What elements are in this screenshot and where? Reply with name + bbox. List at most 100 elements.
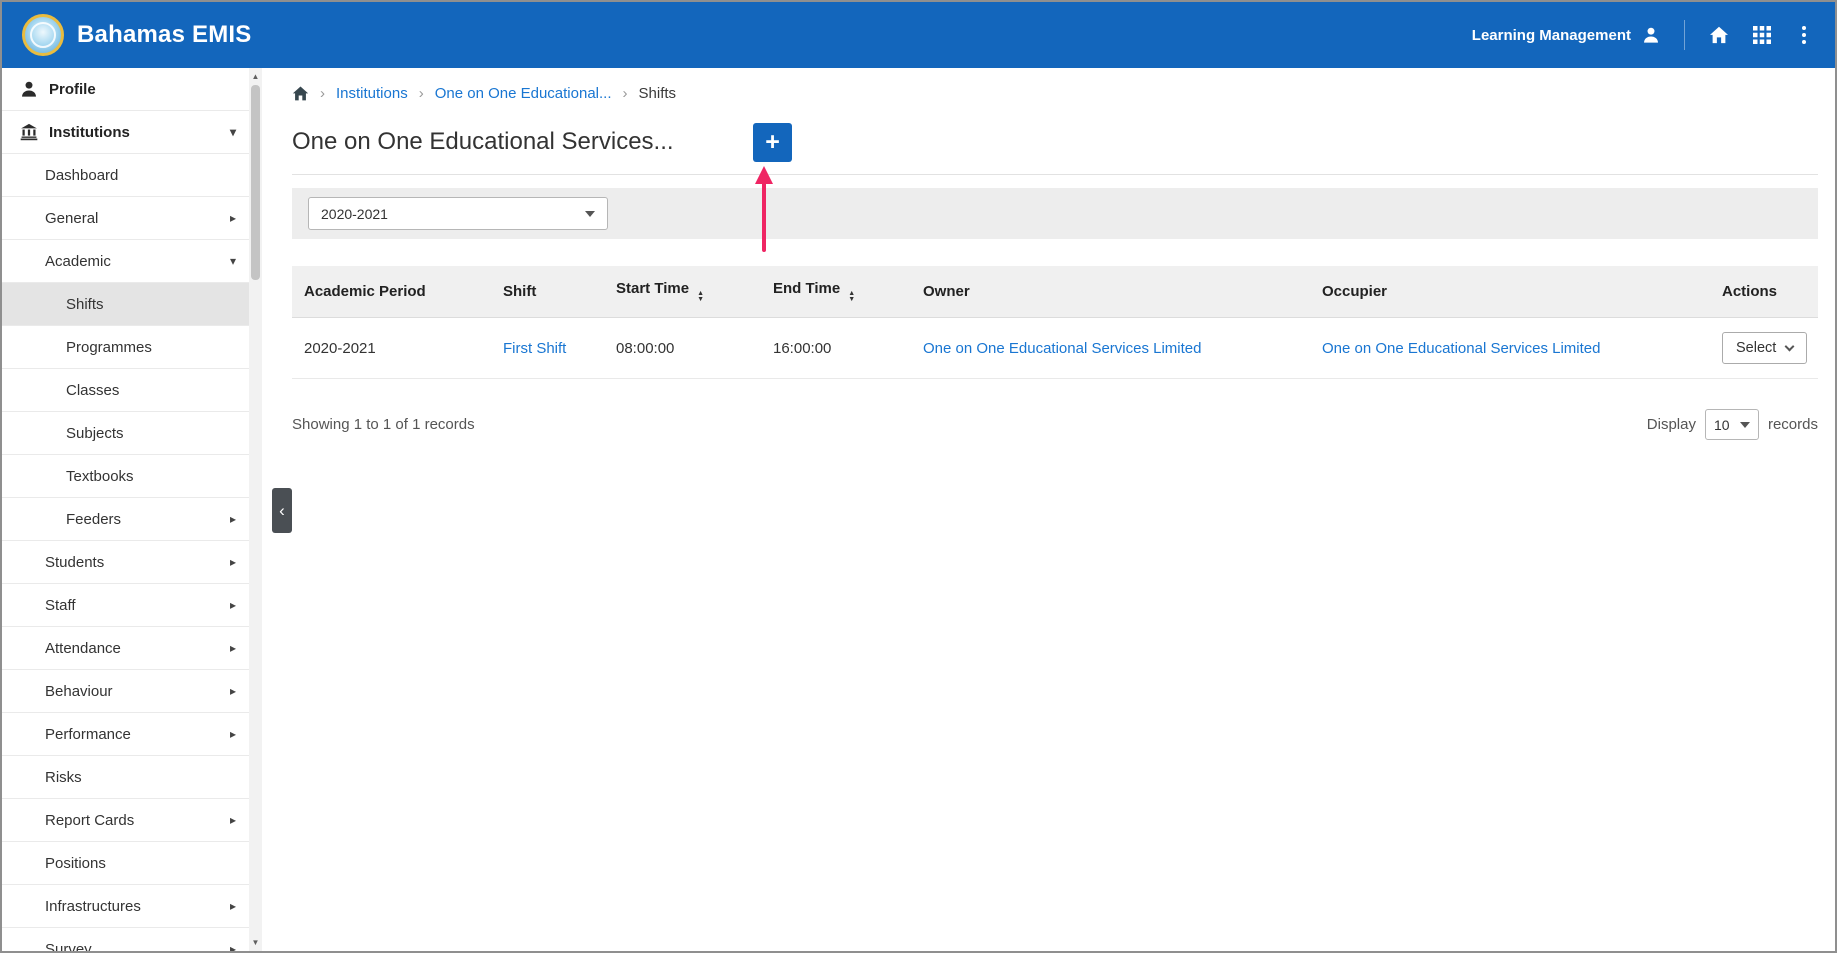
breadcrumb-one-on-one-educational[interactable]: One on One Educational... <box>435 85 612 102</box>
chevron-right-icon: ▸ <box>229 555 236 569</box>
cell-shift: First Shift <box>491 317 604 379</box>
table-header-row: Academic Period Shift Start Time ▲ ▼ End Time… <box>292 266 1818 318</box>
sidebar-item-label: Programmes <box>66 338 152 356</box>
user-icon <box>20 80 38 98</box>
sidebar-item-profile[interactable]: Profile <box>2 68 249 111</box>
bank-icon <box>20 123 38 141</box>
sidebar-item-risks[interactable]: Risks <box>2 756 249 799</box>
cell-academic-period: 2020-2021 <box>292 317 491 379</box>
filter-bar: 2020-2021 <box>292 188 1818 239</box>
sidebar-item-staff[interactable]: Staff ▸ <box>2 584 249 627</box>
cell-occupier: One on One Educational Services Limited <box>1310 317 1710 379</box>
sidebar-item-performance[interactable]: Performance ▸ <box>2 713 249 756</box>
column-header-owner: Owner <box>911 266 1310 318</box>
scrollbar-thumb[interactable] <box>251 85 260 280</box>
topbar: Bahamas EMIS Learning Management <box>2 2 1835 68</box>
sort-icon[interactable]: ▲ ▼ <box>848 290 855 303</box>
chevron-down-icon <box>1784 341 1795 351</box>
sidebar-scrollbar[interactable]: ▲ ▼ <box>249 68 262 951</box>
sidebar-item-label: Behaviour <box>45 682 113 700</box>
cell-start-time: 08:00:00 <box>604 317 761 379</box>
sidebar-item-attendance[interactable]: Attendance ▸ <box>2 627 249 670</box>
sidebar-item-label: Dashboard <box>45 166 119 184</box>
sidebar-item-label: Shifts <box>66 295 104 313</box>
academic-period-value: 2020-2021 <box>321 205 388 222</box>
topbar-divider <box>1684 20 1685 50</box>
cell-actions: Select <box>1710 317 1818 379</box>
cell-end-time: 16:00:00 <box>761 317 911 379</box>
sidebar-item-report-cards[interactable]: Report Cards ▸ <box>2 799 249 842</box>
sidebar-collapse-toggle[interactable]: ‹ <box>272 488 292 533</box>
sidebar-item-label: Academic <box>45 252 111 270</box>
sidebar-item-positions[interactable]: Positions <box>2 842 249 885</box>
chevron-right-icon: ▸ <box>229 211 236 225</box>
sidebar-menu: Profile Institutions ▾ Dashboard General ▸ Aca… <box>2 68 249 951</box>
chevron-right-icon: ▸ <box>229 598 236 612</box>
sidebar-item-label: Report Cards <box>45 811 135 829</box>
breadcrumb-home-icon[interactable] <box>292 85 309 102</box>
sidebar-item-institutions[interactable]: Institutions ▾ <box>2 111 249 154</box>
main-content: › Institutions › One on One Educational... ›… <box>262 68 1835 951</box>
sidebar-item-students[interactable]: Students ▸ <box>2 541 249 584</box>
page-size-select[interactable]: 10 <box>1704 409 1759 440</box>
table-footer: Showing 1 to 1 of 1 records Display 10 r… <box>292 409 1818 440</box>
sidebar-item-label: Profile <box>49 80 96 98</box>
sidebar: Profile Institutions ▾ Dashboard General ▸ Aca… <box>2 68 262 951</box>
sidebar-item-label: Performance <box>45 725 131 743</box>
brand: Bahamas EMIS <box>22 14 251 56</box>
sidebar-item-survey[interactable]: Survey ▸ <box>2 928 249 951</box>
column-header-actions: Actions <box>1710 266 1818 318</box>
academic-period-select[interactable]: 2020-2021 <box>308 197 608 230</box>
caret-down-icon <box>1739 421 1750 428</box>
kebab-menu-icon[interactable] <box>1795 23 1813 47</box>
learning-management-menu[interactable]: Learning Management <box>1472 26 1660 44</box>
cell-owner: One on One Educational Services Limited <box>911 317 1310 379</box>
sidebar-item-shifts[interactable]: Shifts <box>2 283 249 326</box>
column-label: End Time <box>773 280 841 297</box>
add-shift-button[interactable]: + <box>753 122 792 162</box>
owner-link[interactable]: One on One Educational Services Limited <box>923 340 1202 357</box>
column-label: Actions <box>1722 283 1778 300</box>
sidebar-item-classes[interactable]: Classes <box>2 369 249 412</box>
column-label: Occupier <box>1322 283 1388 300</box>
bahamas-emis-logo <box>22 14 64 56</box>
title-row: One on One Educational Services... + <box>292 122 1818 162</box>
sidebar-item-academic[interactable]: Academic ▾ <box>2 240 249 283</box>
sort-icon[interactable]: ▲ ▼ <box>697 290 704 303</box>
sidebar-item-label: Risks <box>45 768 82 786</box>
select-button-label: Select <box>1736 340 1777 356</box>
scroll-down-icon[interactable]: ▼ <box>249 935 262 950</box>
table-row: 2020-2021 First Shift 08:00:00 16:00:00 One … <box>292 317 1818 379</box>
chevron-down-icon: ▾ <box>229 125 236 139</box>
chevron-right-icon: ▸ <box>229 899 236 913</box>
sidebar-item-label: General <box>45 209 99 227</box>
sidebar-item-general[interactable]: General ▸ <box>2 197 249 240</box>
scroll-up-icon[interactable]: ▲ <box>249 69 262 84</box>
select-action-button[interactable]: Select <box>1722 332 1808 364</box>
sidebar-item-behaviour[interactable]: Behaviour ▸ <box>2 670 249 713</box>
home-icon[interactable] <box>1709 25 1729 45</box>
column-label: Academic Period <box>304 283 426 300</box>
page-body: Profile Institutions ▾ Dashboard General ▸ Aca… <box>2 68 1835 951</box>
sidebar-item-subjects[interactable]: Subjects <box>2 412 249 455</box>
breadcrumb: › Institutions › One on One Educational... ›… <box>292 80 1818 106</box>
sidebar-item-label: Classes <box>66 381 120 399</box>
column-label: Owner <box>923 283 970 300</box>
column-header-occupier: Occupier <box>1310 266 1710 318</box>
column-header-start-time[interactable]: Start Time ▲ ▼ <box>604 266 761 318</box>
sidebar-item-infrastructures[interactable]: Infrastructures ▸ <box>2 885 249 928</box>
shift-link[interactable]: First Shift <box>503 340 566 357</box>
sidebar-item-dashboard[interactable]: Dashboard <box>2 154 249 197</box>
display-label: Display <box>1646 416 1696 433</box>
sidebar-item-label: Infrastructures <box>45 897 141 915</box>
sidebar-item-label: Staff <box>45 596 76 614</box>
occupier-link[interactable]: One on One Educational Services Limited <box>1322 340 1601 357</box>
breadcrumb-institutions[interactable]: Institutions <box>336 85 408 102</box>
sidebar-item-programmes[interactable]: Programmes <box>2 326 249 369</box>
column-header-end-time[interactable]: End Time ▲ ▼ <box>761 266 911 318</box>
sidebar-item-feeders[interactable]: Feeders ▸ <box>2 498 249 541</box>
sidebar-item-textbooks[interactable]: Textbooks <box>2 455 249 498</box>
caret-down-icon <box>585 210 595 217</box>
apps-grid-icon[interactable] <box>1753 26 1771 44</box>
records-label: records <box>1767 416 1818 433</box>
